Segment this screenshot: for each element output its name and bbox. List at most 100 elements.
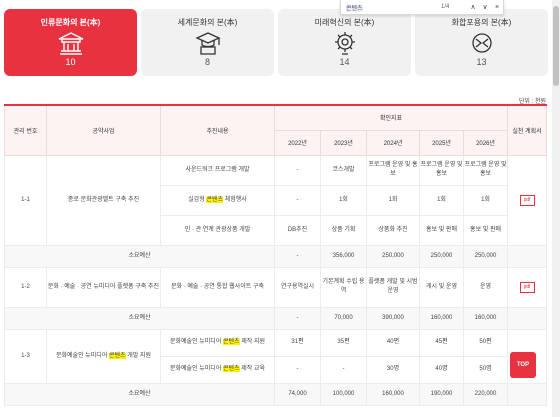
budget-value: 390,000 <box>366 306 420 330</box>
row-value: 홍보 및 판매 <box>462 214 509 246</box>
table-row: 1-1 종로 문화관광벨트 구축 추진 사운드워크 프로그램 개발 - 코스개발… <box>4 154 548 246</box>
palace-icon <box>56 30 86 56</box>
scrollbar-thumb[interactable] <box>553 6 559 86</box>
budget-value: 100,000 <box>320 382 367 406</box>
find-next-button[interactable]: ∨ <box>479 3 491 11</box>
row-value: 프로그램 운영 및 홍보 <box>462 154 509 186</box>
category-card-harmony[interactable]: 화합포용의 본(本) 13 <box>415 9 548 76</box>
row-value: 게시 및 운영 <box>419 266 464 308</box>
card-title: 화합포용의 본(本) <box>451 18 512 27</box>
row-content: 실감형 콘텐츠 체험행사 <box>160 184 275 216</box>
header-plan: 실천 계획서 <box>507 104 548 156</box>
budget-value: 190,000 <box>419 382 464 406</box>
search-highlight: 콘텐츠 <box>206 196 224 203</box>
pdf-button[interactable]: pdf <box>519 281 535 293</box>
row-value: 상품화 추진 <box>366 214 420 246</box>
row-project: 문화 · 예술 · 공연 뉴미디어 플랫폼 구축 추진 <box>46 266 161 308</box>
budget-label: 소요예산 <box>4 382 275 406</box>
find-prev-button[interactable]: ∧ <box>467 3 479 11</box>
budget-value: 160,000 <box>366 382 420 406</box>
row-value: 운영 <box>462 266 509 308</box>
row-content: 사운드워크 프로그램 개발 <box>160 154 275 186</box>
row-value: 50명 <box>462 355 509 384</box>
row-value: 프로그램 운영 및 홍보 <box>366 154 420 186</box>
row-value: - <box>274 355 321 384</box>
budget-row: 소요예산 - 356,000 250,000 250,000 250,000 <box>4 244 548 268</box>
category-card-world-culture[interactable]: 세계문화의 본(本) 8 <box>141 9 274 76</box>
search-highlight: 콘텐츠 <box>109 352 126 359</box>
row-content: 민 · 관 연계 관광상품 개발 <box>160 214 275 246</box>
find-close-button[interactable]: × <box>491 4 503 11</box>
find-input[interactable]: 콘텐츠 <box>341 3 441 12</box>
card-count: 14 <box>339 57 350 67</box>
table-row: 1-2 문화 · 예술 · 공연 뉴미디어 플랫폼 구축 추진 문화 · 예술 … <box>4 266 548 308</box>
budget-label: 소요예산 <box>4 306 275 330</box>
row-project: 문화예술인 뉴미디어 콘텐츠 개발 지원 <box>46 328 161 384</box>
budget-value: - <box>274 244 321 268</box>
budget-value: 220,000 <box>462 382 509 406</box>
header-year: 2025년 <box>419 129 464 156</box>
card-count: 8 <box>204 57 210 67</box>
plan-cell: pdf <box>507 154 548 246</box>
row-value: 40편 <box>366 328 420 357</box>
row-value: 상품 기획 <box>320 214 367 246</box>
joined-hands-icon <box>467 30 497 56</box>
row-value: 35편 <box>320 328 367 357</box>
row-value: 1회 <box>320 184 367 216</box>
header-indicator: 확인지표 <box>273 104 509 131</box>
category-card-future-innovation[interactable]: 미래혁신의 본(本) 14 <box>278 9 411 76</box>
row-content: 문화예술인 뉴미디어 콘텐츠 제작 지원 <box>160 328 275 357</box>
plan-cell: pdf <box>507 266 548 308</box>
row-value: - <box>320 355 367 384</box>
row-value: - <box>274 184 321 216</box>
row-value: 45편 <box>419 328 464 357</box>
row-no: 1-2 <box>4 266 47 308</box>
budget-row: 소요예산 - 70,000 390,000 160,000 160,000 <box>4 306 548 330</box>
row-value: 31편 <box>274 328 321 357</box>
header-year: 2026년 <box>462 129 509 156</box>
find-bar: 콘텐츠 1/4 ∧ ∨ × <box>340 0 504 15</box>
search-highlight: 콘텐츠 <box>223 339 240 345</box>
budget-value: 74,000 <box>274 382 321 406</box>
row-no: 1-1 <box>4 154 47 246</box>
header-year: 2022년 <box>274 129 321 156</box>
header-year: 2024년 <box>366 129 420 156</box>
row-value: 홍보 및 판매 <box>419 214 464 246</box>
card-title: 인류문화의 본(本) <box>40 18 101 27</box>
plan-table: 관리 번호 공약사업 추진내용 확인지표 실천 계획서 2022년 2023년 … <box>4 104 548 406</box>
category-card-human-culture[interactable]: 인류문화의 본(本) 10 <box>4 9 137 76</box>
row-value: 기본계획 수립 용역 <box>320 266 367 308</box>
row-value: 50편 <box>462 328 509 357</box>
vertical-scrollbar[interactable] <box>552 0 560 417</box>
card-title: 미래혁신의 본(本) <box>314 18 375 27</box>
table-row: 1-3 문화예술인 뉴미디어 콘텐츠 개발 지원 문화예술인 뉴미디어 콘텐츠 … <box>4 328 548 384</box>
header-year: 2023년 <box>320 129 367 156</box>
row-content: 문화예술인 뉴미디어 콘텐츠 제작 교육 <box>160 355 275 384</box>
row-value: 프로그램 운영 및 홍보 <box>419 154 464 186</box>
header-content: 추진내용 <box>160 104 275 156</box>
row-value: 플랫폼 개발 및 시범운영 <box>366 266 420 308</box>
search-highlight: 콘텐츠 <box>223 366 240 372</box>
header-project: 공약사업 <box>46 104 161 156</box>
budget-value: 70,000 <box>320 306 367 330</box>
category-cards: 인류문화의 본(本) 10 세계문화의 본(本) 8 미래혁신의 본(本) 14… <box>4 9 548 76</box>
budget-row: 소요예산 74,000 100,000 160,000 190,000 220,… <box>4 382 548 406</box>
row-value: 40명 <box>419 355 464 384</box>
budget-value: 356,000 <box>320 244 367 268</box>
row-value: DB추진 <box>274 214 321 246</box>
scroll-top-button[interactable]: TOP <box>510 352 536 378</box>
row-content: 문화 · 예술 · 공연 통합 웹사이트 구축 <box>160 266 275 308</box>
pdf-button[interactable]: pdf <box>519 194 535 206</box>
row-value: 코스개발 <box>320 154 367 186</box>
graduation-cap-icon <box>193 30 223 56</box>
budget-value: 250,000 <box>462 244 509 268</box>
card-title: 세계문화의 본(本) <box>177 18 238 27</box>
row-project: 종로 문화관광벨트 구축 추진 <box>46 154 161 246</box>
find-count: 1/4 <box>441 4 450 10</box>
budget-value: 160,000 <box>419 306 464 330</box>
card-count: 10 <box>65 57 76 67</box>
budget-value: 250,000 <box>419 244 464 268</box>
budget-value: 160,000 <box>462 306 509 330</box>
header-no: 관리 번호 <box>4 104 47 156</box>
row-value: 연구용역실시 <box>274 266 321 308</box>
